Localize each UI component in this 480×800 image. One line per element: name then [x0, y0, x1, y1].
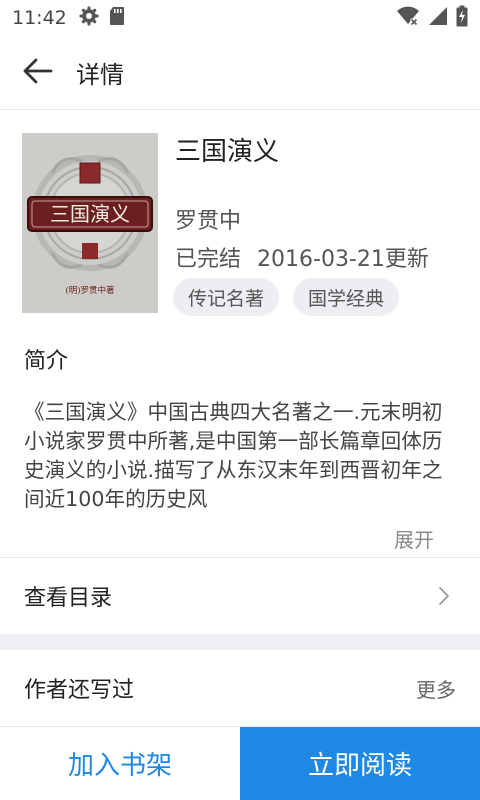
status-bar: 11:42: [0, 0, 480, 36]
read-now-button[interactable]: 立即阅读: [240, 727, 480, 800]
view-toc-row[interactable]: 查看目录: [0, 558, 480, 634]
bottom-action-bar: 加入书架 立即阅读: [0, 726, 480, 800]
book-title: 三国演义: [175, 137, 280, 167]
expand-button[interactable]: 展开: [394, 524, 434, 553]
cover-author-text: (明)罗贯中著: [65, 285, 115, 296]
sd-card-icon: [109, 6, 125, 30]
tag-chip[interactable]: 传记名著: [173, 278, 280, 316]
book-cover[interactable]: 三国演义 (明)罗贯中著: [22, 133, 158, 313]
back-button[interactable]: [0, 36, 76, 110]
section-gap: [0, 634, 480, 650]
back-arrow-icon: [23, 58, 53, 88]
wifi-icon: [396, 6, 420, 30]
gear-icon: [79, 6, 99, 30]
status-time: 11:42: [12, 7, 67, 29]
add-to-shelf-button[interactable]: 加入书架: [0, 727, 240, 800]
app-bar: 详情: [0, 36, 480, 110]
status-left-icons: [79, 6, 125, 30]
battery-icon: [456, 5, 468, 31]
book-author[interactable]: 罗贯中: [175, 203, 241, 235]
chevron-right-icon: [438, 586, 450, 606]
more-button[interactable]: 更多: [416, 674, 456, 703]
author-works-row: 作者还写过 更多: [0, 650, 480, 726]
intro-heading: 简介: [24, 349, 69, 374]
signal-icon: [428, 6, 448, 30]
book-status-line: 已完结 2016-03-21更新: [175, 241, 429, 273]
view-toc-label: 查看目录: [24, 586, 113, 611]
tag-chip[interactable]: 国学经典: [293, 278, 400, 316]
book-header: 三国演义 (明)罗贯中著 三国演义 罗贯中 已完结 2016-03-21更新 传…: [0, 111, 480, 326]
tag-list: 传记名著 国学经典: [173, 278, 400, 316]
book-status: 已完结: [175, 247, 242, 272]
author-works-label: 作者还写过: [24, 678, 135, 703]
status-right-icons: [396, 5, 468, 31]
page-title: 详情: [76, 61, 124, 89]
intro-text: 《三国演义》中国古典四大名著之一.元末明初小说家罗贯中所著,是中国第一部长篇章回…: [24, 400, 443, 511]
book-updated: 2016-03-21更新: [257, 247, 429, 272]
cover-title-text: 三国演义: [50, 202, 130, 226]
